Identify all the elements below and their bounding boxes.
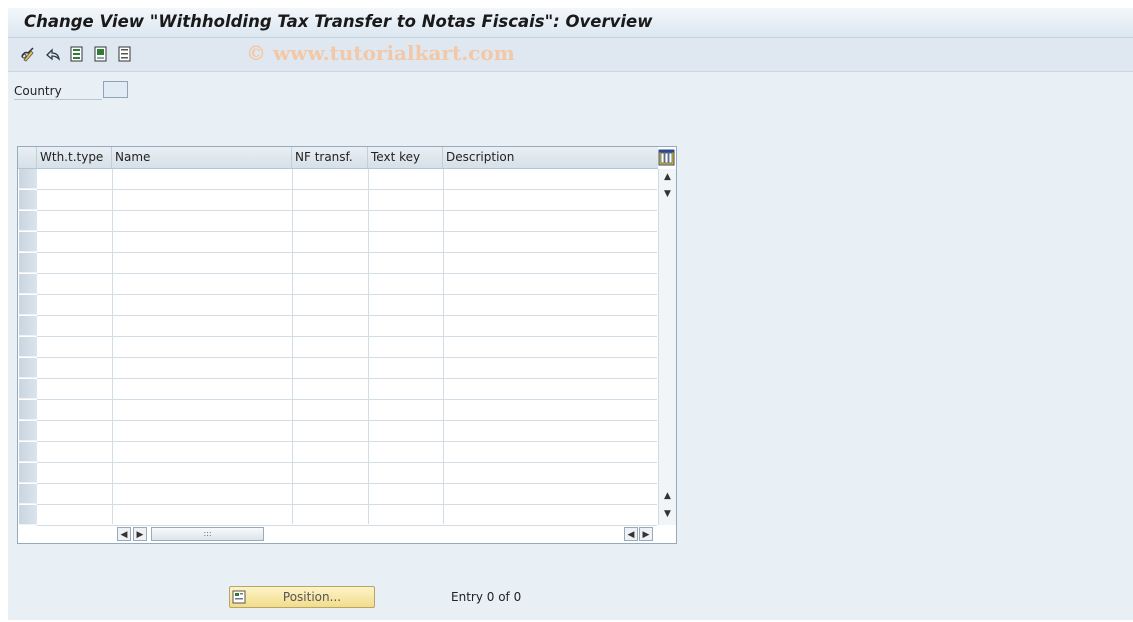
row-selector[interactable]	[19, 400, 37, 420]
col-header-nf-transf[interactable]: NF transf.	[292, 147, 368, 168]
row-selector[interactable]	[19, 211, 37, 231]
grid-row-line	[37, 357, 657, 358]
row-selector[interactable]	[19, 484, 37, 504]
col-header-name[interactable]: Name	[112, 147, 292, 168]
table-header: Wth.t.type Name NF transf. Text key Desc…	[18, 147, 658, 169]
grid-column-line	[292, 169, 293, 524]
row-selector[interactable]	[19, 169, 37, 189]
grid-row-line	[37, 441, 657, 442]
watermark: © www.tutorialkart.com	[246, 41, 515, 65]
row-selector[interactable]	[19, 337, 37, 357]
scroll-left-icon[interactable]: ◀	[117, 527, 131, 541]
grid-row-line	[37, 294, 657, 295]
table-control: Wth.t.type Name NF transf. Text key Desc…	[17, 146, 677, 544]
scroll-thumb[interactable]: :::	[151, 527, 264, 541]
title-bar: Change View "Withholding Tax Transfer to…	[8, 8, 1133, 38]
row-selector[interactable]	[19, 295, 37, 315]
deselect-all-button[interactable]	[116, 45, 134, 63]
grid-row-line	[37, 336, 657, 337]
grid-row-line	[37, 504, 657, 505]
row-selector[interactable]	[19, 463, 37, 483]
row-selector[interactable]	[19, 190, 37, 210]
sap-screen: Change View "Withholding Tax Transfer to…	[8, 8, 1133, 620]
grid-column-line	[112, 169, 113, 524]
grid-row-line	[37, 525, 657, 526]
grid-row-line	[37, 252, 657, 253]
row-selector[interactable]	[19, 316, 37, 336]
horizontal-scrollbar[interactable]: ◀ ▶ ::: ◀ ▶	[114, 527, 658, 543]
grid-row-line	[37, 462, 657, 463]
grid-row-line	[37, 273, 657, 274]
select-block-icon	[94, 46, 107, 62]
display-change-icon	[21, 47, 34, 62]
undo-button[interactable]	[44, 45, 62, 63]
position-button[interactable]: Position...	[229, 586, 375, 608]
deselect-all-icon	[118, 46, 131, 62]
col-header-description[interactable]: Description	[443, 147, 658, 168]
grid-row-line	[37, 210, 657, 211]
grid-row-line	[37, 420, 657, 421]
vertical-scrollbar[interactable]: ▲ ▼ ▲ ▼	[658, 169, 676, 525]
row-selector[interactable]	[19, 379, 37, 399]
row-selector[interactable]	[19, 505, 37, 525]
page-up-icon[interactable]: ▲	[659, 488, 676, 504]
position-button-label: Position...	[282, 590, 342, 604]
country-label: Country	[14, 84, 102, 100]
column-settings-icon	[658, 149, 675, 166]
scroll-end-right-icon[interactable]: ▶	[639, 527, 653, 541]
grid-row-line	[37, 189, 657, 190]
row-selector[interactable]	[19, 274, 37, 294]
grid-row-line	[37, 231, 657, 232]
entry-count: Entry 0 of 0	[451, 590, 522, 604]
country-input[interactable]	[103, 81, 128, 98]
row-selector[interactable]	[19, 421, 37, 441]
grid-row-line	[37, 378, 657, 379]
col-header-text-key[interactable]: Text key	[368, 147, 443, 168]
row-selector[interactable]	[19, 442, 37, 462]
grid-row-line	[37, 483, 657, 484]
select-all-button[interactable]	[68, 45, 86, 63]
row-selector[interactable]	[19, 253, 37, 273]
page-down-icon[interactable]: ▼	[659, 506, 676, 522]
scroll-down-icon[interactable]: ▼	[659, 186, 676, 202]
scroll-track[interactable]	[264, 527, 619, 541]
scroll-up-icon[interactable]: ▲	[659, 169, 676, 185]
grid-row-line	[37, 399, 657, 400]
scroll-end-left-icon[interactable]: ◀	[624, 527, 638, 541]
position-icon	[232, 589, 248, 605]
select-block-button[interactable]	[92, 45, 110, 63]
row-selector[interactable]	[19, 358, 37, 378]
grid-row-line	[37, 315, 657, 316]
col-header-wth-t-type[interactable]: Wth.t.type	[37, 147, 112, 168]
display-change-button[interactable]	[20, 45, 38, 63]
row-selector[interactable]	[19, 232, 37, 252]
column-settings-button[interactable]	[658, 149, 675, 166]
grid-column-line	[443, 169, 444, 524]
scroll-right-icon[interactable]: ▶	[133, 527, 147, 541]
application-toolbar: © www.tutorialkart.com	[8, 38, 1133, 72]
grid-column-line	[368, 169, 369, 524]
page-title: Change View "Withholding Tax Transfer to…	[24, 12, 653, 31]
table-grid	[37, 169, 657, 526]
undo-icon	[46, 48, 60, 61]
select-all-icon	[70, 46, 83, 62]
select-all-rows-cell[interactable]	[18, 147, 37, 168]
row-selector-column	[19, 169, 37, 525]
